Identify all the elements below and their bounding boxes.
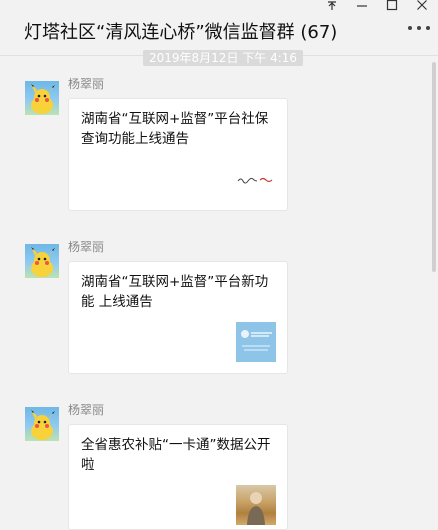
maximize-icon[interactable] xyxy=(386,0,400,11)
title-bar: 灯塔社区“清风连心桥”微信监督群 (67) xyxy=(0,0,438,56)
link-card-title: 全省惠农补贴“一卡通”数据公开啦 xyxy=(81,437,271,473)
dot-icon xyxy=(417,26,421,30)
scrollbar[interactable] xyxy=(432,62,436,272)
link-card-title: 湖南省“互联网+监督”平台新功能 上线通告 xyxy=(81,274,269,310)
close-icon[interactable] xyxy=(416,0,430,11)
avatar[interactable] xyxy=(25,81,59,115)
avatar[interactable] xyxy=(25,407,59,441)
link-card[interactable]: 全省惠农补贴“一卡通”数据公开啦 xyxy=(68,424,288,530)
pin-icon[interactable] xyxy=(326,0,340,11)
link-card-title: 湖南省“互联网+监督”平台社保查询功能上线通告 xyxy=(81,111,269,147)
dot-icon xyxy=(426,26,430,30)
signature-thumbnail xyxy=(236,161,276,201)
window-controls xyxy=(326,0,430,12)
blue-card-thumbnail xyxy=(236,322,276,362)
more-options-button[interactable] xyxy=(408,26,430,30)
sender-name: 杨翠丽 xyxy=(68,240,105,254)
link-card[interactable]: 湖南省“互联网+监督”平台社保查询功能上线通告 xyxy=(68,98,288,211)
chat-title: 灯塔社区“清风连心桥”微信监督群 (67) xyxy=(24,22,338,43)
dot-icon xyxy=(408,26,412,30)
message-timestamp: 2019年8月12日 下午 4:16 xyxy=(143,50,304,66)
avatar[interactable] xyxy=(25,244,59,278)
sender-name: 杨翠丽 xyxy=(68,77,105,91)
minimize-icon[interactable] xyxy=(356,0,370,11)
link-card[interactable]: 湖南省“互联网+监督”平台新功能 上线通告 xyxy=(68,261,288,374)
photo-thumbnail xyxy=(236,485,276,525)
sender-name: 杨翠丽 xyxy=(68,403,105,417)
